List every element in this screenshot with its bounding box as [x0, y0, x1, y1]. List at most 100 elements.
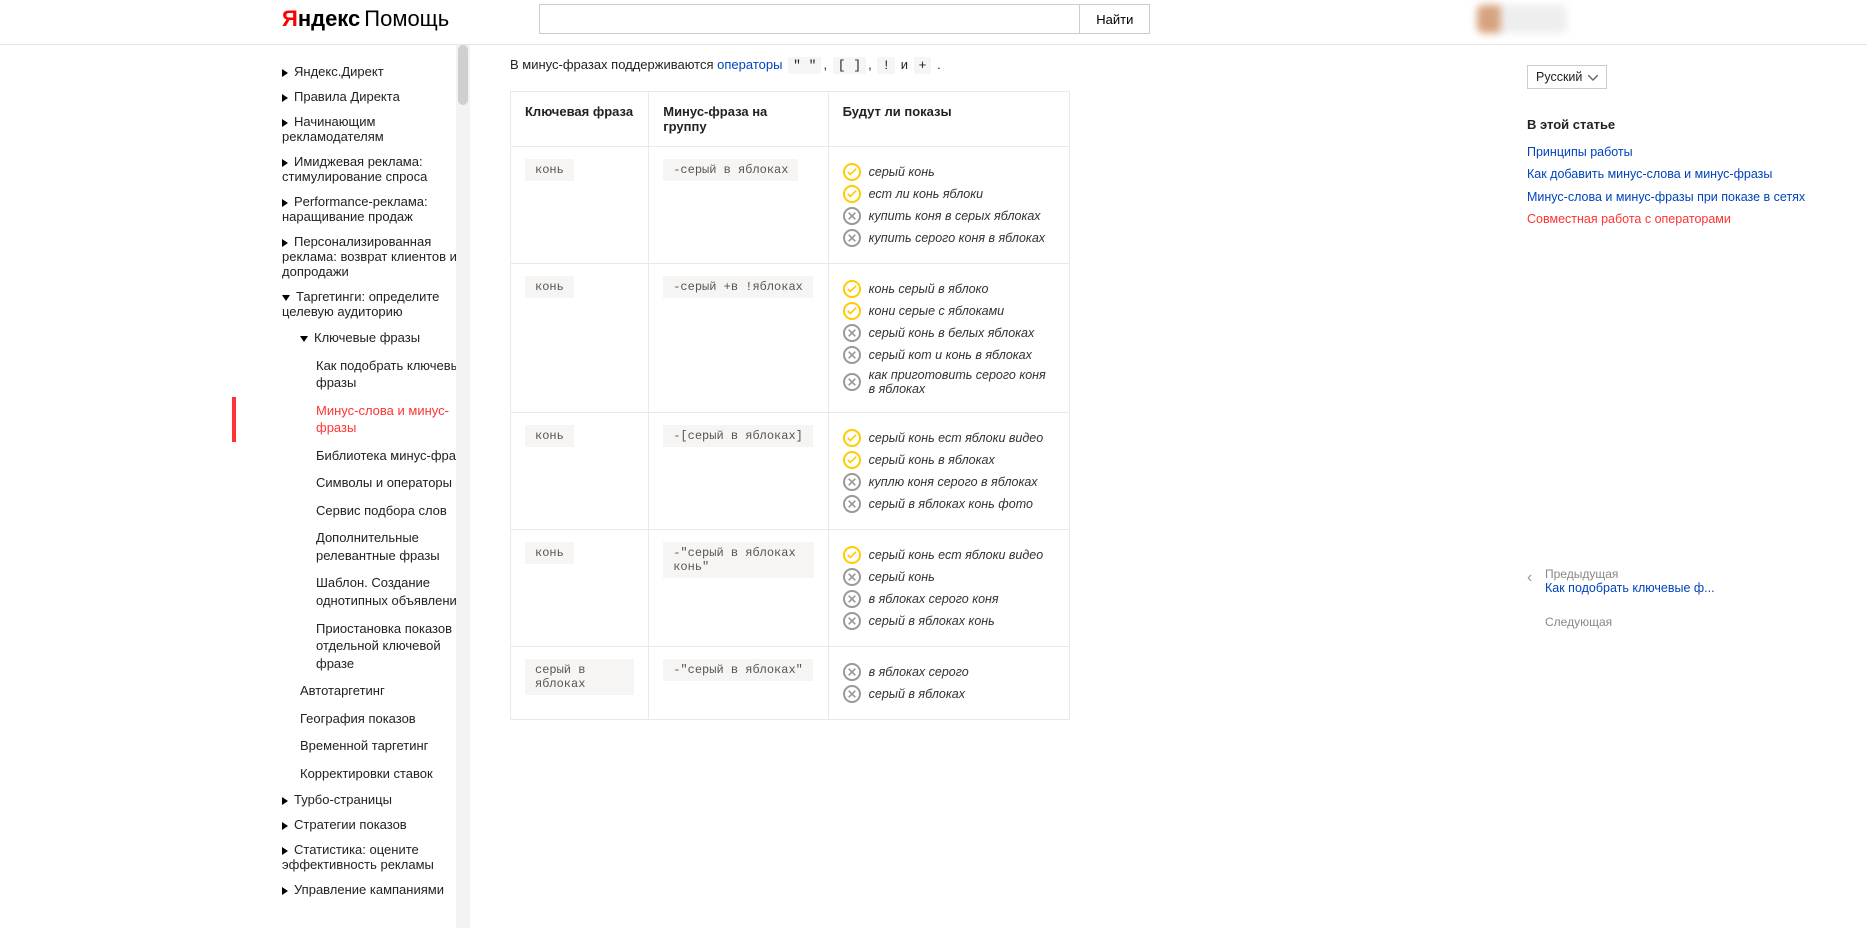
nav-item[interactable]: Шаблон. Создание однотипных объявлений — [316, 571, 470, 612]
nav-item[interactable]: Дополнительные релевантные фразы — [316, 526, 470, 567]
check-icon — [843, 546, 861, 564]
table-row: серый в яблоках-"серый в яблоках"в яблок… — [511, 647, 1070, 720]
example-item: серый конь ест яблоки видео — [843, 546, 1055, 564]
cross-icon — [843, 663, 861, 681]
caret-right-icon — [282, 239, 288, 247]
example-item: серый конь ест яблоки видео — [843, 429, 1055, 447]
nav-item[interactable]: Персонализированная реклама: возврат кли… — [282, 231, 470, 282]
user-avatar[interactable] — [1477, 5, 1567, 33]
example-text: серый конь в яблоках — [869, 453, 995, 467]
nav-item[interactable]: Статистика: оцените эффективность реклам… — [282, 839, 470, 875]
table-header: Минус-фраза на группу — [649, 92, 828, 147]
nav-item[interactable]: Правила Директа — [282, 86, 400, 107]
operators-list: " ", [ ], ! и + . — [786, 57, 941, 72]
toc-link[interactable]: Совместная работа с операторами — [1527, 211, 1807, 227]
example-text: в яблоках серого коня — [869, 592, 999, 606]
search-button[interactable]: Найти — [1079, 4, 1150, 34]
example-text: купить серого коня в яблоках — [869, 231, 1045, 245]
nav-item[interactable]: Стратегии показов — [282, 814, 407, 835]
example-text: серый конь ест яблоки видео — [869, 431, 1044, 445]
example-text: серый конь — [869, 570, 935, 584]
example-text: серый в яблоках — [869, 687, 965, 701]
keyword-pill: конь — [525, 425, 574, 447]
toc-title: В этой статье — [1527, 117, 1807, 132]
logo-ndex: ндекс — [298, 6, 360, 31]
keyword-pill: конь — [525, 276, 574, 298]
pager-next[interactable]: › Следующая — [1527, 615, 1807, 635]
chevron-left-icon: ‹ — [1527, 569, 1545, 587]
example-text: серый конь в белых яблоках — [869, 326, 1035, 340]
nav-item[interactable]: Имиджевая реклама: стимулирование спроса — [282, 151, 470, 187]
logo-help: Помощь — [364, 6, 449, 31]
table-header: Будут ли показы — [828, 92, 1069, 147]
chevron-down-icon — [1588, 70, 1598, 84]
nav-item[interactable]: Управление кампаниями — [282, 879, 444, 900]
nav-item[interactable]: Таргетинги: определите целевую аудиторию — [282, 286, 470, 322]
check-icon — [843, 185, 861, 203]
nav-item[interactable]: Символы и операторы — [316, 471, 452, 495]
example-item: купить серого коня в яблоках — [843, 229, 1055, 247]
sidebar-scroll-thumb[interactable] — [458, 45, 468, 105]
cross-icon — [843, 612, 861, 630]
language-label: Русский — [1536, 70, 1582, 84]
example-item: серый конь — [843, 163, 1055, 181]
nav-item[interactable]: Автотаргетинг — [300, 679, 385, 703]
toc-link[interactable]: Принципы работы — [1527, 144, 1807, 160]
keyword-pill: конь — [525, 159, 574, 181]
example-item: конь серый в яблоко — [843, 280, 1055, 298]
table-row: конь -серый в яблоках серый конь ест ли кон… — [511, 147, 1070, 264]
intro-text: В минус-фразах поддерживаются операторы … — [510, 57, 1487, 73]
minus-phrase-pill: -серый +в !яблоках — [663, 276, 813, 298]
nav-item[interactable]: Как подобрать ключевые фразы — [316, 354, 470, 395]
yandex-help-logo[interactable]: ЯндексПомощь — [282, 6, 449, 32]
toc-link[interactable]: Как добавить минус-слова и минус-фразы — [1527, 166, 1807, 182]
pager-next-label: Следующая — [1545, 615, 1612, 629]
caret-right-icon — [282, 199, 288, 207]
example-text: серый кот и конь в яблоках — [869, 348, 1032, 362]
cross-icon — [843, 229, 861, 247]
toc-link[interactable]: Минус-слова и минус-фразы при показе в с… — [1527, 189, 1807, 205]
sidebar-scrollbar[interactable] — [456, 45, 470, 928]
pager-prev-label: Предыдущая — [1545, 567, 1715, 581]
nav-item[interactable]: Сервис подбора слов — [316, 499, 447, 523]
nav-item[interactable]: Корректировки ставок — [300, 762, 433, 786]
nav-item[interactable]: Временной таргетинг — [300, 734, 428, 758]
example-text: конь серый в яблоко — [869, 282, 989, 296]
caret-right-icon — [282, 797, 288, 805]
check-icon — [843, 429, 861, 447]
example-item: в яблоках серого — [843, 663, 1055, 681]
example-text: как приготовить серого коня в яблоках — [869, 368, 1055, 396]
example-text: в яблоках серого — [869, 665, 969, 679]
cross-icon — [843, 495, 861, 513]
example-item: серый кот и конь в яблоках — [843, 346, 1055, 364]
example-item: в яблоках серого коня — [843, 590, 1055, 608]
nav-item[interactable]: Приостановка показов по отдельной ключев… — [316, 617, 470, 676]
nav-item[interactable]: География показов — [300, 707, 416, 731]
example-item: кони серые с яблоками — [843, 302, 1055, 320]
minus-phrase-pill: -[серый в яблоках] — [663, 425, 813, 447]
nav-item[interactable]: Библиотека минус-фраз — [316, 444, 462, 468]
search-input[interactable] — [539, 4, 1079, 34]
nav-item[interactable]: Performance-реклама: наращивание продаж — [282, 191, 470, 227]
pager-prev-link: Как подобрать ключевые ф... — [1545, 581, 1715, 595]
example-text: серый в яблоках конь фото — [869, 497, 1033, 511]
nav-item[interactable]: Минус-слова и минус-фразы — [316, 399, 470, 440]
nav-item[interactable]: Турбо-страницы — [282, 789, 392, 810]
cross-icon — [843, 207, 861, 225]
language-select[interactable]: Русский — [1527, 65, 1607, 89]
pager-prev[interactable]: ‹ Предыдущая Как подобрать ключевые ф... — [1527, 567, 1807, 595]
operators-link[interactable]: операторы — [717, 57, 782, 72]
caret-right-icon — [282, 119, 288, 127]
cross-icon — [843, 373, 861, 391]
example-item: ест ли конь яблоки — [843, 185, 1055, 203]
nav-item[interactable]: Яндекс.Директ — [282, 61, 384, 82]
cross-icon — [843, 473, 861, 491]
table-header: Ключевая фраза — [511, 92, 649, 147]
table-row: конь -серый +в !яблоках конь серый в яблок… — [511, 264, 1070, 413]
caret-down-icon — [300, 336, 308, 342]
table-of-contents: Принципы работы Как добавить минус-слова … — [1527, 144, 1807, 227]
nav-item[interactable]: Ключевые фразы — [300, 326, 420, 350]
minus-phrase-pill: -серый в яблоках — [663, 159, 798, 181]
example-item: серый конь — [843, 568, 1055, 586]
nav-item[interactable]: Начинающим рекламодателям — [282, 111, 470, 147]
